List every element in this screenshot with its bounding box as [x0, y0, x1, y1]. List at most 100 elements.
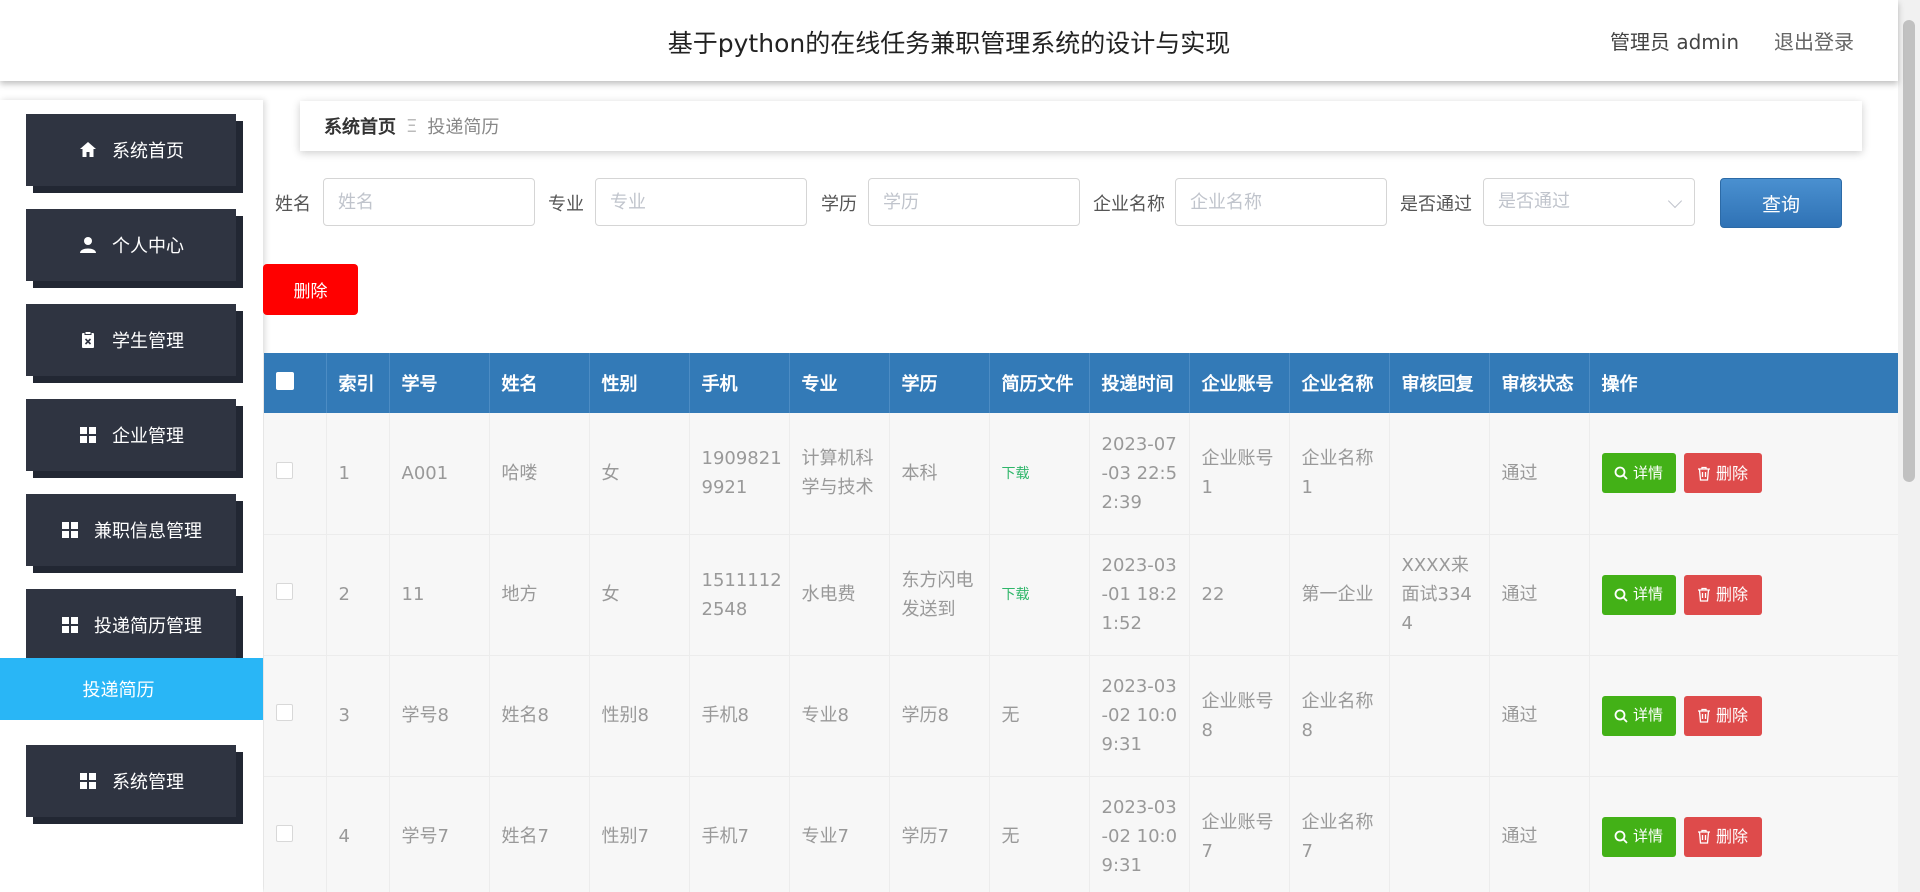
chevron-down-icon [1667, 193, 1683, 209]
grid-icon [80, 773, 96, 789]
sidebar-item-system[interactable]: 系统管理 [26, 745, 236, 817]
cell-status: 通过 [1489, 776, 1590, 892]
cell-company-account: 企业账号1 [1189, 413, 1290, 534]
name-input[interactable] [323, 178, 535, 226]
row-delete-button[interactable]: 删除 [1683, 816, 1762, 857]
home-icon [80, 142, 96, 157]
cell-major: 水电费 [789, 534, 890, 655]
detail-button-label: 详情 [1632, 585, 1663, 603]
row-checkbox[interactable] [276, 825, 293, 842]
row-checkbox[interactable] [276, 583, 293, 600]
cell-gender: 女 [589, 413, 690, 534]
resume-table: 索引 学号 姓名 性别 手机 专业 学历 简历文件 投递时间 企业账号 企业名称… [264, 353, 1898, 892]
row-checkbox-cell[interactable] [264, 534, 327, 655]
row-checkbox[interactable] [276, 704, 293, 721]
sidebar-item-resume-management[interactable]: 投递简历管理 [26, 589, 236, 661]
resume-download-link[interactable]: 下载 [1002, 587, 1030, 603]
sidebar-item-profile[interactable]: 个人中心 [26, 209, 236, 281]
cell-index: 2 [326, 534, 390, 655]
query-button[interactable]: 查询 [1720, 178, 1842, 228]
search-icon [1614, 466, 1628, 480]
sidebar-item-label: 系统首页 [112, 141, 184, 162]
cell-reply [1389, 776, 1490, 892]
resume-download-link[interactable]: 下载 [1002, 466, 1030, 482]
cell-time: 2023-03-01 18:21:52 [1089, 534, 1190, 655]
cell-major: 专业8 [789, 655, 890, 776]
grid-icon [80, 427, 96, 443]
detail-button-label: 详情 [1632, 706, 1663, 724]
sidebar-item-companies[interactable]: 企业管理 [26, 399, 236, 471]
company-name-input[interactable] [1175, 178, 1387, 226]
cell-reply [1389, 655, 1490, 776]
table-row: 4 学号7 姓名7 性别7 手机7 专业7 学历7 无 2023-03-02 1… [264, 776, 1898, 892]
column-header: 企业名称 [1289, 353, 1390, 413]
cell-gender: 性别8 [589, 655, 690, 776]
sidebar-item-home[interactable]: 系统首页 [26, 114, 236, 186]
cell-company-name: 第一企业 [1289, 534, 1390, 655]
breadcrumb-current: 投递简历 [427, 117, 500, 138]
row-delete-button[interactable]: 删除 [1683, 574, 1762, 615]
trash-icon [1697, 587, 1710, 602]
row-checkbox-cell[interactable] [264, 413, 327, 534]
detail-button[interactable]: 详情 [1601, 816, 1676, 857]
trash-icon [1697, 708, 1710, 723]
scrollbar-thumb[interactable] [1903, 20, 1915, 482]
cell-education: 本科 [889, 413, 990, 534]
sidebar: 系统首页 个人中心 学生管理 企业管理 兼职信息管理 投递简历管理 投递简历 系… [0, 100, 263, 892]
row-checkbox[interactable] [276, 461, 293, 479]
cell-major: 专业7 [789, 776, 890, 892]
trash-icon [1697, 829, 1710, 844]
cell-phone: 手机7 [689, 776, 790, 892]
logout-link[interactable]: 退出登录 [1774, 26, 1854, 55]
cell-student-no: 11 [389, 534, 490, 655]
cell-resume: 下载 [989, 534, 1090, 655]
row-delete-button[interactable]: 删除 [1683, 453, 1762, 494]
select-all-checkbox[interactable] [276, 371, 294, 390]
batch-delete-button[interactable]: 删除 [263, 264, 358, 315]
cell-company-account: 企业账号7 [1189, 776, 1290, 892]
cell-gender: 女 [589, 534, 690, 655]
cell-time: 2023-03-02 10:09:31 [1089, 776, 1190, 892]
name-label: 姓名 [275, 194, 311, 215]
detail-button-label: 详情 [1632, 827, 1663, 845]
sidebar-item-parttime-jobs[interactable]: 兼职信息管理 [26, 494, 236, 566]
cell-company-name: 企业名称7 [1289, 776, 1390, 892]
table-header-row: 索引 学号 姓名 性别 手机 专业 学历 简历文件 投递时间 企业账号 企业名称… [264, 353, 1898, 413]
passed-select-placeholder: 是否通过 [1498, 191, 1570, 212]
page-scrollbar[interactable] [1898, 0, 1920, 892]
cell-actions: 详情 删除 [1589, 413, 1898, 534]
user-icon [80, 237, 96, 253]
submenu-item-resumes[interactable]: 投递简历 [0, 658, 263, 720]
cell-name: 哈喽 [489, 413, 590, 534]
major-label: 专业 [548, 194, 584, 215]
detail-button[interactable]: 详情 [1601, 695, 1676, 736]
cell-time: 2023-03-02 10:09:31 [1089, 655, 1190, 776]
cell-company-account: 企业账号8 [1189, 655, 1290, 776]
cell-phone: 手机8 [689, 655, 790, 776]
cell-student-no: 学号7 [389, 776, 490, 892]
sidebar-item-label: 投递简历管理 [94, 616, 202, 637]
education-input[interactable] [868, 178, 1080, 226]
row-delete-button[interactable]: 删除 [1683, 695, 1762, 736]
search-icon [1614, 588, 1628, 602]
header-select-all[interactable] [264, 353, 327, 413]
cell-time: 2023-07-03 22:52:39 [1089, 413, 1190, 534]
passed-select[interactable]: 是否通过 [1483, 178, 1695, 226]
breadcrumb-home[interactable]: 系统首页 [324, 113, 396, 139]
detail-button[interactable]: 详情 [1601, 453, 1676, 494]
trash-icon [1697, 466, 1710, 481]
major-input[interactable] [595, 178, 807, 226]
sidebar-item-students[interactable]: 学生管理 [26, 304, 236, 376]
detail-button[interactable]: 详情 [1601, 574, 1676, 615]
column-header: 审核回复 [1389, 353, 1490, 413]
table-row: 2 11 地方 女 15111122548 水电费 东方闪电发送到 下载 202… [264, 534, 1898, 655]
search-icon [1614, 830, 1628, 844]
cell-index: 1 [326, 413, 390, 534]
grid-icon [62, 617, 78, 633]
row-checkbox-cell[interactable] [264, 655, 327, 776]
column-header: 索引 [326, 353, 390, 413]
detail-button-label: 详情 [1632, 463, 1663, 482]
column-header: 性别 [589, 353, 690, 413]
education-label: 学历 [821, 194, 857, 215]
row-checkbox-cell[interactable] [264, 776, 327, 892]
